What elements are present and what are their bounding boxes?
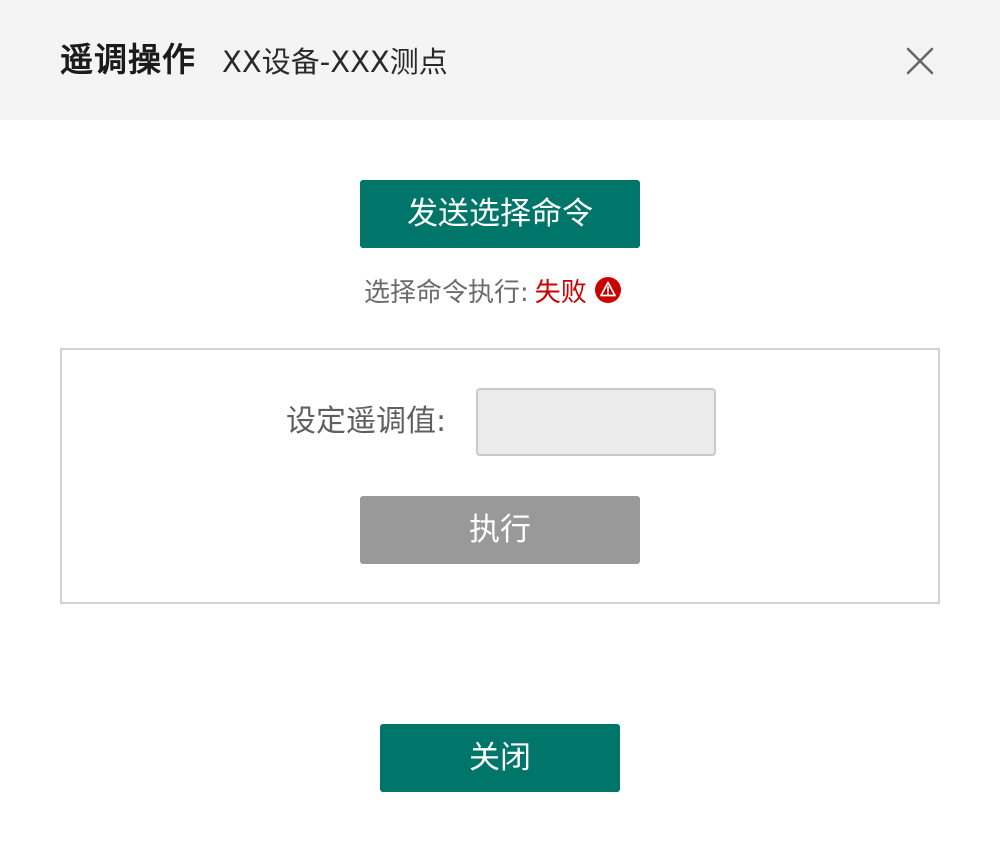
close-button[interactable]: 关闭 [380,724,620,792]
status-value: 失败 [534,277,587,308]
select-command-status: 选择命令执行: 失败 [364,270,621,310]
warning-icon [594,277,621,303]
close-icon[interactable] [902,43,938,79]
remote-adjust-dialog: 遥调操作 XX设备-XXX测点 发送选择命令 选择命令执行: 失败 设定遥调值:… [0,0,1000,852]
status-label: 选择命令执行: [364,277,529,308]
setpoint-panel [60,348,940,604]
send-select-command-button[interactable]: 发送选择命令 [360,180,640,248]
setpoint-input[interactable] [476,388,716,456]
execute-button[interactable]: 执行 [360,496,640,564]
dialog-header: 遥调操作 XX设备-XXX测点 [0,0,1000,120]
setpoint-label: 设定遥调值: [286,404,447,439]
dialog-title: 遥调操作 [60,40,196,79]
dialog-subtitle: XX设备-XXX测点 [222,45,448,79]
